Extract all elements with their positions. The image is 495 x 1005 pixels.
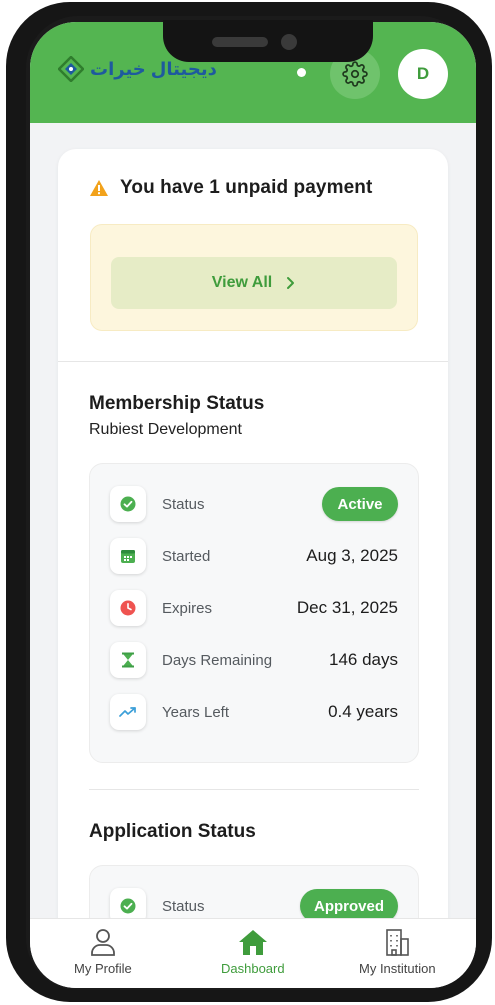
alert-title: You have 1 unpaid payment [120, 177, 373, 198]
bottom-navigation: My Profile Dashboard My Institution [30, 918, 476, 988]
nav-label: Dashboard [221, 961, 285, 976]
notification-dot [297, 68, 306, 77]
unpaid-alert: You have 1 unpaid payment [90, 177, 372, 199]
status-badge: Active [322, 487, 398, 521]
membership-info-panel: Status Active Started Aug 3, 2025 Expire… [89, 463, 419, 763]
hourglass-icon [110, 642, 146, 678]
nav-label: My Profile [74, 961, 132, 976]
dashboard-card: You have 1 unpaid payment View All Membe… [58, 149, 448, 985]
clock-icon [110, 590, 146, 626]
chevron-right-icon [287, 277, 295, 289]
row-label: Started [162, 547, 211, 565]
application-title: Application Status [89, 821, 256, 842]
user-avatar[interactable]: D [398, 49, 448, 99]
row-label: Expires [162, 599, 213, 617]
front-camera [281, 34, 297, 50]
membership-row-days-remaining: Days Remaining 146 days [110, 640, 398, 680]
section-divider [89, 789, 419, 790]
row-value: 0.4 years [328, 702, 398, 721]
section-divider [58, 361, 448, 362]
nav-label: My Institution [359, 961, 436, 976]
nav-dashboard[interactable]: Dashboard [221, 927, 285, 976]
warning-icon [90, 180, 108, 196]
row-label: Status [162, 897, 205, 915]
membership-subtitle: Rubiest Development [89, 421, 242, 438]
membership-row-years-left: Years Left 0.4 years [110, 692, 398, 732]
check-circle-icon [110, 486, 146, 522]
row-value: 146 days [329, 650, 398, 669]
view-all-label: View All [211, 274, 273, 291]
device-notch [163, 20, 373, 62]
gear-icon [342, 61, 368, 87]
membership-row-status: Status Active [110, 484, 398, 524]
row-label: Years Left [162, 703, 229, 721]
membership-title: Membership Status [89, 393, 265, 414]
speaker-grille [212, 37, 268, 47]
building-icon [386, 929, 410, 956]
row-label: Days Remaining [162, 651, 273, 669]
nav-my-profile[interactable]: My Profile [74, 927, 132, 976]
row-value: Dec 31, 2025 [296, 598, 398, 617]
nav-my-institution[interactable]: My Institution [359, 927, 436, 976]
calendar-icon [110, 538, 146, 574]
logo-mark-icon [58, 56, 84, 82]
payment-alert-box: View All [90, 224, 418, 331]
app-screen: ديجيتال خيرات D You have 1 unpaid paymen… [30, 22, 476, 988]
membership-row-started: Started Aug 3, 2025 [110, 536, 398, 576]
view-all-button[interactable]: View All [111, 257, 397, 309]
row-value: Aug 3, 2025 [306, 546, 398, 565]
trending-up-icon [110, 694, 146, 730]
row-label: Status [162, 495, 205, 513]
home-icon [238, 930, 267, 955]
user-icon [90, 929, 115, 956]
membership-row-expires: Expires Dec 31, 2025 [110, 588, 398, 628]
